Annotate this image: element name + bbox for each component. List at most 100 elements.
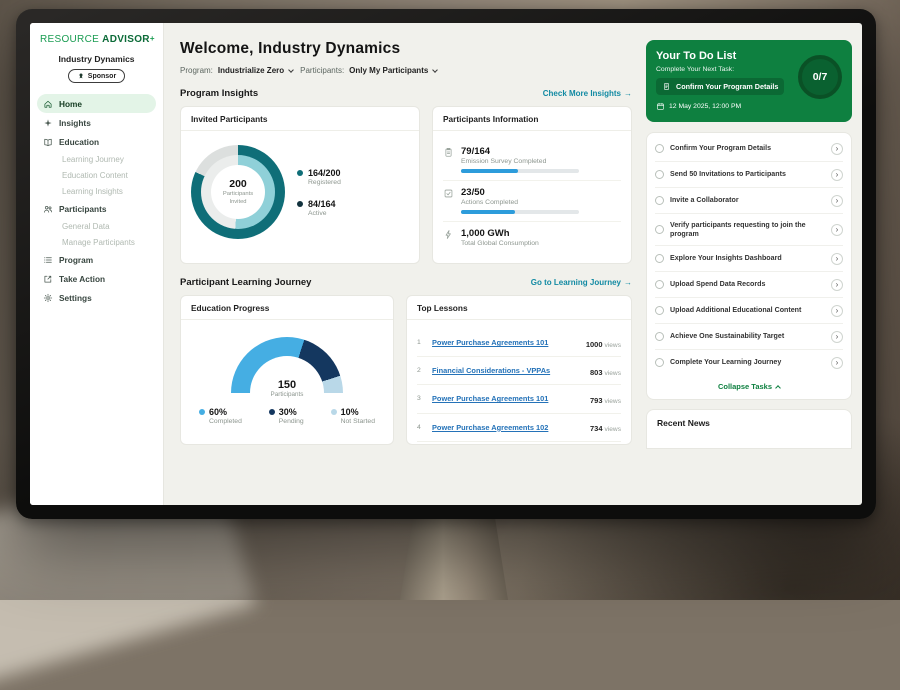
sidebar-item-learning-journey[interactable]: Learning Journey — [37, 151, 156, 167]
task-row[interactable]: Send 50 Invitations to Participants › — [655, 162, 843, 188]
task-checkbox[interactable] — [655, 358, 664, 367]
gauge-center-value: 150 — [191, 379, 383, 391]
info-label: Emission Survey Completed — [461, 158, 579, 165]
task-checkbox[interactable] — [655, 254, 664, 263]
due-date-label: 12 May 2025, 12:00 PM — [669, 103, 741, 110]
sidebar-item-participants[interactable]: Participants — [37, 199, 156, 218]
org-name: Industry Dynamics — [37, 54, 156, 64]
collapse-label: Collapse Tasks — [718, 382, 772, 391]
progress-fill — [461, 210, 515, 214]
task-label: Explore Your Insights Dashboard — [670, 254, 825, 263]
sidebar-item-label: Participants — [59, 204, 107, 214]
sidebar-item-label: Insights — [59, 118, 91, 128]
sidebar-item-program[interactable]: Program — [37, 250, 156, 269]
legend-value: 60% — [209, 407, 242, 417]
task-chevron-button[interactable]: › — [831, 331, 843, 343]
sidebar-item-general-data[interactable]: General Data — [37, 218, 156, 234]
lesson-link[interactable]: Power Purchase Agreements 101 — [432, 338, 580, 347]
task-checkbox[interactable] — [655, 280, 664, 289]
legend-value: 164/200 — [308, 168, 341, 178]
next-task-chip[interactable]: Confirm Your Program Details — [656, 78, 784, 95]
filter-bar: Program: Industrialize Zero Participants… — [180, 66, 632, 75]
info-row-actions: 23/50 Actions Completed — [443, 181, 621, 222]
task-chevron-button[interactable]: › — [831, 279, 843, 291]
program-filter-label: Program: — [180, 66, 213, 75]
lesson-rank: 1 — [417, 339, 426, 346]
check-more-insights-link[interactable]: Check More Insights → — [543, 89, 632, 98]
legend-item-active: 84/164 Active — [297, 199, 341, 217]
task-chevron-button[interactable]: › — [831, 169, 843, 181]
arrow-right-icon: → — [624, 89, 632, 98]
go-to-learning-journey-link[interactable]: Go to Learning Journey → — [531, 278, 632, 287]
task-row[interactable]: Upload Spend Data Records › — [655, 272, 843, 298]
legend-label: Completed — [209, 418, 242, 425]
task-chevron-button[interactable]: › — [831, 357, 843, 369]
task-row[interactable]: Invite a Collaborator › — [655, 188, 843, 214]
task-row[interactable]: Complete Your Learning Journey › — [655, 350, 843, 375]
info-label: Actions Completed — [461, 199, 579, 206]
legend-value: 84/164 — [308, 199, 336, 209]
task-checkbox[interactable] — [655, 196, 664, 205]
program-filter-value: Industrialize Zero — [218, 66, 284, 75]
app-logo: RESOURCE ADVISOR+ — [37, 34, 156, 45]
task-chevron-button[interactable]: › — [831, 253, 843, 265]
sidebar-item-manage-participants[interactable]: Manage Participants — [37, 234, 156, 250]
task-chevron-button[interactable]: › — [831, 224, 843, 236]
gauge-legend: 60% Completed 30% Pending — [191, 398, 383, 425]
program-filter-select[interactable]: Industrialize Zero — [218, 66, 293, 75]
invited-card-body: 200 Participants Invited 164/200 Registe… — [181, 131, 419, 248]
sidebar-item-education[interactable]: Education — [37, 132, 156, 151]
lessons-card-body: 1 Power Purchase Agreements 101 1000view… — [407, 320, 631, 445]
monitor-stand — [400, 518, 508, 600]
task-checkbox[interactable] — [655, 306, 664, 315]
legend-dot-not-started — [331, 409, 337, 415]
task-chevron-button[interactable]: › — [831, 195, 843, 207]
legend-dot-completed — [199, 409, 205, 415]
participants-filter-label: Participants: — [300, 66, 344, 75]
task-chevron-button[interactable]: › — [831, 305, 843, 317]
task-row[interactable]: Confirm Your Program Details › — [655, 136, 843, 162]
section-title: Participant Learning Journey — [180, 277, 311, 288]
task-checkbox[interactable] — [655, 144, 664, 153]
lesson-row: 2 Financial Considerations - VPPAs 803vi… — [417, 357, 621, 385]
donut-center-label: Participants Invited — [218, 191, 258, 205]
todo-progress-badge: 0/7 — [798, 55, 842, 99]
insights-icon — [43, 118, 53, 128]
lesson-views-unit: views — [605, 342, 622, 349]
arrow-right-icon: → — [624, 278, 632, 287]
participants-filter-select[interactable]: Only My Participants — [349, 66, 437, 75]
legend-label: Pending — [279, 418, 304, 425]
sidebar-item-insights[interactable]: Insights — [37, 113, 156, 132]
sidebar-item-take-action[interactable]: Take Action — [37, 269, 156, 288]
legend-value: 10% — [341, 407, 375, 417]
lesson-link[interactable]: Power Purchase Agreements 101 — [432, 394, 584, 403]
energy-bolt-icon — [443, 229, 454, 240]
sidebar-item-home[interactable]: Home — [37, 94, 156, 113]
sidebar-nav: Home Insights Education Learning Journey… — [37, 94, 156, 307]
task-row[interactable]: Verify participants requesting to join t… — [655, 214, 843, 246]
legend-item-not-started: 10% Not Started — [331, 407, 375, 425]
lesson-link[interactable]: Power Purchase Agreements 102 — [432, 423, 584, 432]
task-chevron-button[interactable]: › — [831, 143, 843, 155]
task-row[interactable]: Achieve One Sustainability Target › — [655, 324, 843, 350]
sidebar-item-label: Take Action — [59, 274, 105, 284]
info-value: 23/50 — [461, 187, 579, 198]
lesson-link[interactable]: Financial Considerations - VPPAs — [432, 366, 584, 375]
sidebar-item-settings[interactable]: Settings — [37, 288, 156, 307]
recent-news-heading: Recent News — [657, 418, 710, 428]
sidebar-item-learning-insights[interactable]: Learning Insights — [37, 183, 156, 199]
info-row-emission-survey: 79/164 Emission Survey Completed — [443, 140, 621, 181]
task-row[interactable]: Upload Additional Educational Content › — [655, 298, 843, 324]
collapse-tasks-button[interactable]: Collapse Tasks — [655, 375, 843, 394]
sidebar-item-label: Home — [59, 99, 82, 109]
task-checkbox[interactable] — [655, 170, 664, 179]
task-row[interactable]: Explore Your Insights Dashboard › — [655, 246, 843, 272]
chevron-down-icon — [288, 67, 294, 73]
task-checkbox[interactable] — [655, 225, 664, 234]
legend-dot-active — [297, 201, 303, 207]
link-label: Go to Learning Journey — [531, 278, 621, 287]
document-icon — [662, 82, 671, 91]
sidebar-item-education-content[interactable]: Education Content — [37, 167, 156, 183]
task-checkbox[interactable] — [655, 332, 664, 341]
sponsor-badge[interactable]: Sponsor — [68, 69, 125, 83]
